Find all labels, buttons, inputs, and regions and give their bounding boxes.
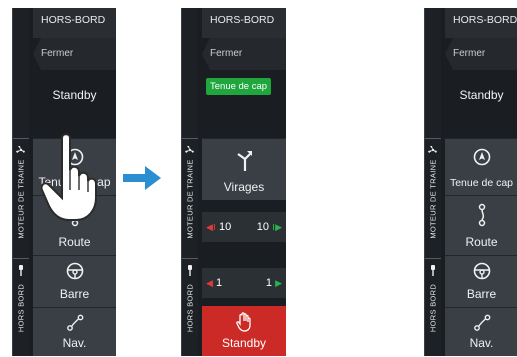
route-button[interactable]: Route [445,195,517,255]
turn-right-10-value: 10 [256,221,269,233]
arrow-left-icon: ◀ [206,222,213,232]
nav-label: Nav. [469,336,494,350]
close-button[interactable]: Fermer [445,38,517,70]
steer-label: Barre [59,287,90,301]
standby-label: Standby [221,336,267,350]
header-title: HORS-BORD [202,8,286,38]
turn-pattern-icon [237,151,252,171]
steer-button[interactable]: Barre [33,255,116,307]
navigation-icon [473,314,490,331]
turns-label: Virages [223,180,265,194]
transition-arrow-icon [123,166,161,190]
turn-right-1-button[interactable]: 1 ▶ [266,268,282,298]
compass-icon [473,148,490,166]
steering-wheel-icon [473,262,490,280]
rail-label-trolling: MOTEUR DE TRAINE [16,159,26,239]
hand-stop-icon [236,312,251,332]
standby-label: Standby [52,88,97,102]
active-mode-badge: Tenue de cap [206,78,272,95]
side-rail: MOTEUR DE TRAINE HORS BORD [182,8,198,356]
nav-label: Nav. [62,336,87,350]
turn-right-10-button[interactable]: 10 ı▶ [257,212,282,242]
rail-trolling-section[interactable]: MOTEUR DE TRAINE [182,138,198,259]
rail-label-trolling: MOTEUR DE TRAINE [185,159,195,239]
header-title: HORS-BORD [33,8,116,38]
rail-trolling-section[interactable]: MOTEUR DE TRAINE [425,138,441,259]
standby-label: Standby [459,88,504,102]
route-label: Route [465,235,498,249]
rail-label-outboard: HORS BORD [185,283,195,333]
rail-outboard-section[interactable]: HORS BORD [182,258,198,357]
propeller-icon [16,146,25,153]
route-icon [478,203,485,227]
hand-pointer-icon [41,133,97,221]
turn-left-10-button[interactable]: ◀ı 10 [206,212,231,242]
arrow-right-icon: ▶ [275,278,282,288]
heading-hold-label: Tenue de cap [449,177,514,189]
panel-right: MOTEUR DE TRAINE HORS BORD HORS-BORD Fer… [424,8,517,356]
standby-button[interactable]: Standby [202,306,286,356]
route-label: Route [58,235,91,249]
rail-label-trolling: MOTEUR DE TRAINE [428,159,438,239]
turn-step-row-1: ◀ 1 1 ▶ [202,268,286,298]
turn-left-10-value: 10 [219,221,232,233]
side-rail: MOTEUR DE TRAINE HORS BORD [425,8,441,356]
rail-outboard-section[interactable]: HORS BORD [13,258,29,357]
turn-right-1-value: 1 [265,277,273,289]
close-button[interactable]: Fermer [202,38,286,70]
outboard-engine-icon [431,265,435,276]
nav-button[interactable]: Nav. [445,307,517,356]
arrow-right-icon: ▶ [275,222,282,232]
turn-left-1-value: 1 [215,277,223,289]
heading-hold-button[interactable]: Tenue de cap [445,138,517,195]
bar-icon: ı [212,221,216,233]
propeller-icon [428,146,437,153]
rail-label-outboard: HORS BORD [428,283,438,333]
header-title: HORS-BORD [445,8,517,38]
rail-outboard-section[interactable]: HORS BORD [425,258,441,357]
outboard-engine-icon [188,265,192,276]
navigation-icon [66,314,83,331]
propeller-icon [185,146,194,153]
menu-column: HORS-BORD Fermer Tenue de cap Virages ◀ı… [202,8,286,356]
turns-button[interactable]: Virages [202,138,286,200]
panel-middle: MOTEUR DE TRAINE HORS BORD HORS-BORD Fer… [181,8,286,356]
nav-button[interactable]: Nav. [33,307,116,356]
steer-label: Barre [466,287,497,301]
close-button[interactable]: Fermer [33,38,116,70]
turn-left-1-button[interactable]: ◀ 1 [206,268,222,298]
arrow-left-icon: ◀ [206,278,213,288]
rail-label-outboard: HORS BORD [16,283,26,333]
outboard-engine-icon [19,265,23,276]
side-rail: MOTEUR DE TRAINE HORS BORD [13,8,29,356]
steer-button[interactable]: Barre [445,255,517,307]
menu-column: HORS-BORD Fermer Standby Tenue de cap Ro… [445,8,517,356]
steering-wheel-icon [66,262,83,280]
turn-step-row-10: ◀ı 10 10 ı▶ [202,212,286,242]
rail-trolling-section[interactable]: MOTEUR DE TRAINE [13,138,29,259]
